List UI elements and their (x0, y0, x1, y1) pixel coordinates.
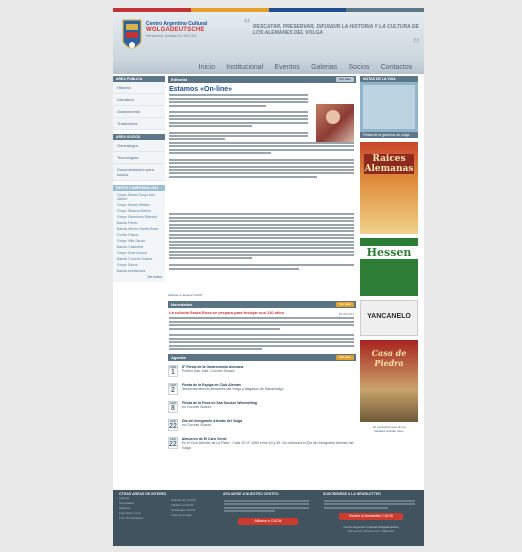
ad-raices-alemanas[interactable]: Raices Alemanas (360, 142, 418, 234)
site-header: Centro Argentino Cultural WOLGADEUTSCHE … (113, 12, 424, 60)
editorial-photo (316, 104, 354, 142)
footer-link[interactable]: Antes del Volga (171, 513, 216, 518)
ad-yancanelo[interactable]: YANCANELO (360, 300, 418, 336)
fiesta-item[interactable]: Grupo Sinsal Grupo Aus Ultdorf (113, 191, 165, 201)
public-area-box: AREA PUBLICA Historia Literatura Gastron… (113, 76, 165, 130)
footer-join-text (223, 500, 309, 513)
agenda-item-title: 8° Fiesta de la Gastronomia Alemana (182, 364, 244, 369)
main-navigation: Inicio Institucional Eventos Galerias So… (113, 60, 424, 74)
agenda-item-sub: en Coronel Suarez (182, 423, 212, 428)
sidebar-item-literatura[interactable]: Literatura (113, 94, 165, 106)
agenda-item-title: Fiesta de la Poca en San Sousse Wimmelti… (182, 400, 258, 405)
nav-eventos[interactable]: Eventos (275, 64, 300, 71)
novedades-title: Novedades (171, 302, 193, 308)
left-sidebar: AREA PUBLICA Historia Literatura Gastron… (113, 76, 165, 282)
footer-newsletter-title: SUSCRIBIRSE A LA NEWSLETTER (323, 492, 381, 496)
novedades-text (168, 317, 354, 350)
calendar-date-icon: AGO 22 (168, 418, 178, 431)
footer-link[interactable]: Foro Social Bases (119, 516, 169, 521)
fiesta-item[interactable]: Banda Merino Santa Rosa (113, 225, 165, 231)
ad-casa-de-piedra[interactable]: Casa de Piedra (360, 340, 418, 422)
calendar-date-icon: AGO 2 (168, 382, 178, 395)
agenda-item[interactable]: AGO 1 8° Fiesta de la Gastronomia Alemana… (168, 364, 356, 379)
header-motto: “ RESCATAR, PRESERVAR, DIFUNDIR LA HISTO… (243, 16, 421, 50)
agenda-title: Agenda (171, 354, 186, 360)
sidebar-item-historia[interactable]: Historia (113, 82, 165, 94)
calendar-date-icon: AGO 1 (168, 364, 178, 377)
agenda-item[interactable]: AGO 22 Almuerzo de El Caro Verde En el Clu… (168, 436, 356, 451)
footer-newsletter-text (323, 500, 415, 509)
footer-column-newsletter: SUSCRIBIRSE A LA NEWSLETTER Recibir la N… (323, 492, 419, 533)
nav-socios[interactable]: Socios (348, 64, 369, 71)
agenda-item-sub: descendientes de alemanes del Volga y al… (182, 387, 284, 392)
sidebar-item-gastronomia[interactable]: Gastronomia (113, 106, 165, 118)
agenda-more-button[interactable]: Ver mas (336, 354, 354, 360)
editorial-headline[interactable]: Estamos «On-line» (169, 86, 356, 93)
novedades-date: 09-08-2011 (338, 312, 354, 317)
agenda-item[interactable]: AGO 2 Fiesta de la Espiga en Club Alemán d… (168, 382, 356, 397)
editorial-text (168, 94, 308, 141)
sidebar-item-documentacion[interactable]: Documentación para socios (113, 164, 165, 181)
agenda-header: Agenda Ver mas (168, 353, 356, 361)
site-footer: OTRAS AREAS DE INTERES Agenda Novedades … (113, 490, 424, 546)
editorial-more-button[interactable]: Ver mas (336, 77, 354, 82)
close-quote-icon: ” (412, 35, 419, 51)
page-container: Centro Argentino Cultural WOLGADEUTSCHE … (113, 8, 424, 546)
calendar-date-icon: AGO 8 (168, 400, 178, 413)
agenda-item-title: Almuerzo de El Caro Verde (181, 436, 227, 441)
right-sidebar: NOTAS DE LA VIDA Fiesta de la gauchos de… (360, 76, 418, 433)
footer-column-join: AFILIARSE A NUESTRO CENTRO Afiliarse a C… (223, 492, 313, 526)
nav-galerias[interactable]: Galerias (311, 64, 337, 71)
footer-join-title: AFILIARSE A NUESTRO CENTRO (223, 492, 279, 496)
editorial-link[interactable]: Alleinas a nuestra CACW (168, 293, 356, 297)
novedades-headline[interactable]: La colonia Santa Rosa se prepara para fe… (169, 310, 355, 315)
sidebar-item-tecnologias[interactable]: Tecnologías (113, 152, 165, 164)
sidebar-item-genealogia[interactable]: Genealogía (113, 140, 165, 152)
feature-caption: Fiesta de la gauchos de volga (360, 132, 418, 138)
agenda-item-title: Fiesta de la Espiga en Club Alemán (182, 382, 241, 387)
org-line-3: Personería Jurídica IGJ 000 000 (146, 34, 197, 38)
join-button[interactable]: Afiliarse a CACW (238, 518, 298, 526)
fiesta-item[interactable]: Grupo Sarmiento Bismark (113, 213, 165, 219)
editorial-title: Editorial (171, 77, 188, 82)
agenda-item-title: Dia del Inmigrante Alemán del Volga (182, 418, 243, 423)
agenda-item[interactable]: AGO 22 Dia del Inmigrante Alemán del Volg… (168, 418, 356, 433)
open-quote-icon: “ (243, 15, 250, 31)
agenda-item-sub: En el Club Alemán de La Plata · Calle 22… (181, 441, 354, 450)
footer-column-interests-b: Noticias de CACW Afiliarte a CACW Newsle… (171, 498, 216, 518)
editorial-header: Editorial Ver mas (168, 76, 356, 83)
crest-logo-icon[interactable] (121, 16, 143, 56)
ad-hessen[interactable]: Hessen (360, 238, 418, 296)
editorial-body: Estamos «On-line» (168, 86, 356, 212)
footer-column-interests: OTRAS AREAS DE INTERES Agenda Novedades … (119, 492, 169, 521)
agenda-item-sub: en Coronel Suarez (182, 405, 212, 410)
main-content: Editorial Ver mas Estamos «On-line» Alle… (168, 76, 356, 451)
fiesta-campesina-box: FIESTA CAMPESINA 2011 Grupo Sinsal Grupo… (113, 185, 165, 282)
right-feature-box (360, 82, 418, 132)
novedades-more-button[interactable]: Ver mas (336, 302, 354, 308)
calendar-date-icon: AGO 22 (168, 436, 178, 449)
ad-caption-link[interactable]: Detalles solicitar favor (360, 429, 418, 433)
members-area-box: AREA SOCIOS Genealogía Tecnologías Docum… (113, 134, 165, 181)
nav-inicio[interactable]: Inicio (199, 64, 215, 71)
novedades-header: Novedades Ver mas (168, 301, 356, 309)
nav-institucional[interactable]: Institucional (226, 64, 263, 71)
nav-contactos[interactable]: Contactos (381, 64, 413, 71)
newsletter-button[interactable]: Recibir la Newsletter CACW (339, 512, 403, 520)
agenda-item-sub: Pueblo San José, Coronel Suarez (182, 369, 235, 374)
novedades-body: La colonia Santa Rosa se prepara para fe… (168, 310, 356, 350)
organization-name: Centro Argentino Cultural WOLGADEUTSCHE … (146, 21, 207, 39)
fiesta-more-link[interactable]: Ver todos (113, 273, 165, 279)
motto-text: RESCATAR, PRESERVAR, DIFUNDIR LA HISTORI… (253, 24, 419, 36)
editorial-text-wide (168, 141, 354, 178)
footer-credit-2: Personería Jurídica IGJ 1 Blas 000 (347, 528, 395, 533)
agenda-item[interactable]: AGO 8 Fiesta de la Poca en San Sousse Wim… (168, 400, 356, 415)
sidebar-item-tradiciones[interactable]: Tradiciones (113, 118, 165, 130)
editorial-text-more (168, 213, 354, 293)
feature-image[interactable] (363, 85, 415, 129)
